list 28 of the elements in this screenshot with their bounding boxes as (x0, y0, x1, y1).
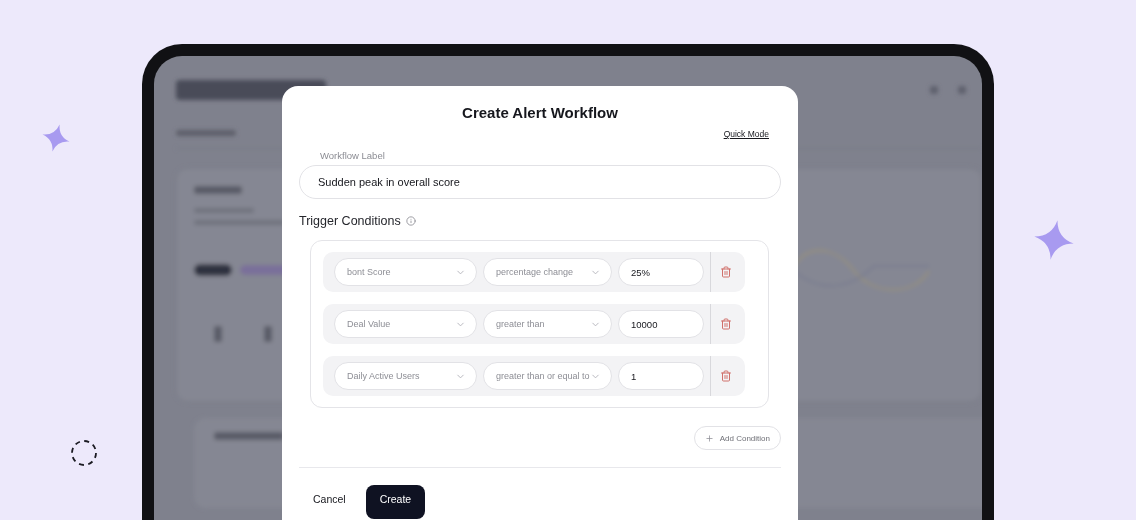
quick-mode-link[interactable]: Quick Mode (723, 129, 769, 139)
delete-button[interactable] (720, 370, 732, 382)
operator-select[interactable]: percentage change (483, 258, 612, 286)
sparkle-icon (1034, 220, 1074, 260)
operator-select[interactable]: greater than (483, 310, 612, 338)
section-title: Trigger Conditions (299, 214, 401, 228)
value-field[interactable]: 10000 (618, 310, 704, 338)
create-button[interactable]: Create (365, 485, 426, 519)
value-field[interactable]: 25% (618, 258, 704, 286)
plus-icon (704, 433, 714, 443)
info-icon[interactable] (405, 216, 416, 226)
metric-select[interactable]: bont Score (334, 258, 477, 286)
metric-select[interactable]: Daily Active Users (334, 362, 477, 390)
trash-icon (720, 318, 732, 330)
delete-button[interactable] (720, 318, 732, 330)
trash-icon (720, 266, 732, 278)
metric-select[interactable]: Deal Value (334, 310, 477, 338)
add-condition-button[interactable]: Add Condition (693, 426, 781, 450)
dialog-title: Create Alert Workflow (461, 104, 619, 121)
value-field[interactable]: 1 (618, 362, 704, 390)
workflow-label-field[interactable]: Sudden peak in overall score (299, 165, 781, 199)
field-label: Workflow Label (320, 150, 386, 161)
trash-icon (720, 370, 732, 382)
sparkle-icon (42, 124, 70, 152)
delete-button[interactable] (720, 266, 732, 278)
cancel-button[interactable]: Cancel (313, 493, 346, 505)
operator-select[interactable]: greater than or equal to (483, 362, 612, 390)
dashed-circle-icon (70, 439, 98, 467)
